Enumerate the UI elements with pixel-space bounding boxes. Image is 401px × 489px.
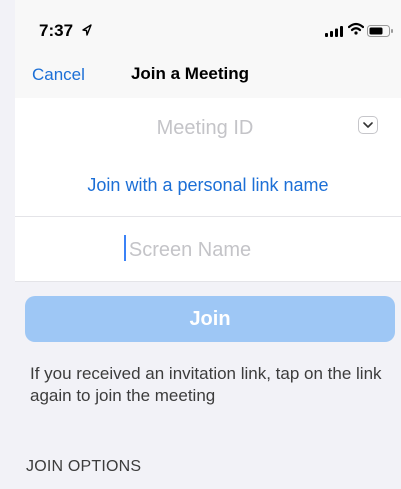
join-button[interactable]: Join	[25, 296, 395, 342]
meeting-id-row: Meeting ID	[15, 98, 401, 159]
meeting-id-history-button[interactable]	[358, 116, 378, 134]
join-meeting-screen: 7:37 Cancel Join a Meeting Meeting ID Jo…	[15, 0, 401, 489]
page-title: Join a Meeting	[130, 64, 250, 83]
invitation-hint-text: If you received an invitation link, tap …	[30, 364, 382, 405]
signal-icon	[325, 24, 343, 42]
text-cursor	[124, 235, 126, 261]
navigation-bar: Cancel Join a Meeting	[15, 48, 401, 99]
screen-name-row: Screen Name	[15, 217, 401, 282]
chevron-down-icon	[363, 122, 373, 128]
screen-name-input[interactable]: Screen Name	[15, 239, 365, 262]
location-arrow-icon	[82, 23, 92, 36]
meeting-id-input[interactable]: Meeting ID	[15, 117, 395, 140]
join-options-header: JOIN OPTIONS	[26, 458, 142, 475]
battery-icon	[367, 24, 394, 42]
status-time: 7:37	[39, 21, 74, 40]
wifi-icon	[347, 22, 365, 40]
personal-link-name-button[interactable]: Join with a personal link name	[15, 175, 401, 196]
status-bar: 7:37	[15, 0, 401, 48]
join-button-label: Join	[189, 308, 231, 330]
personal-link-row: Join with a personal link name	[15, 158, 401, 216]
